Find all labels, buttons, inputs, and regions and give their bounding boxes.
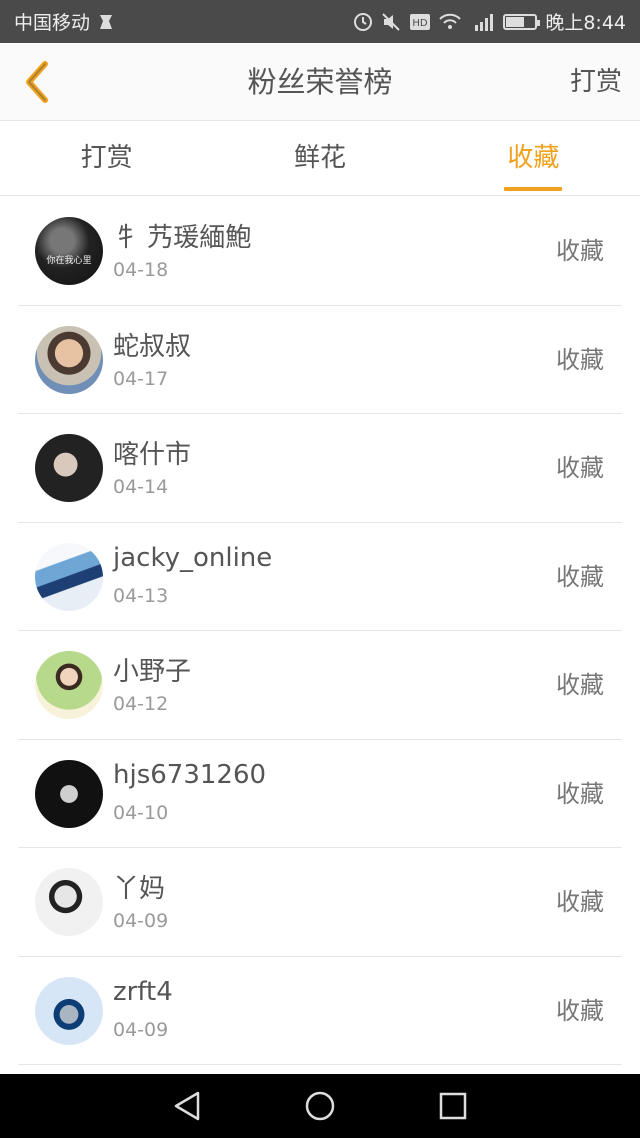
event-date: 04-18 xyxy=(113,259,169,281)
tab-bar: 打赏 鲜花 收藏 xyxy=(0,121,640,196)
back-triangle-icon xyxy=(174,1091,199,1121)
list-item[interactable]: 丫妈 04-09 收藏 xyxy=(18,848,622,957)
carrier-badge-icon xyxy=(98,13,114,31)
system-nav-bar xyxy=(0,1074,640,1138)
status-left: 中国移动 xyxy=(14,8,114,35)
favorite-label: 收藏 xyxy=(556,345,604,374)
back-button[interactable] xyxy=(16,59,56,105)
avatar[interactable] xyxy=(35,868,103,936)
4g-signal-icon xyxy=(469,13,495,31)
event-date: 04-12 xyxy=(113,693,169,715)
user-name: hjs6731260 xyxy=(113,759,267,790)
event-date: 04-13 xyxy=(113,584,169,607)
avatar[interactable]: 你在我心里 xyxy=(35,217,103,285)
favorite-label: 收藏 xyxy=(556,671,604,699)
avatar[interactable] xyxy=(35,759,103,828)
status-bar: 中国移动 HD 晚上8:44 xyxy=(0,0,640,43)
nav-back-button[interactable] xyxy=(159,1078,215,1134)
user-name: 蛇叔叔 xyxy=(113,331,192,362)
page-title: 粉丝荣誉榜 xyxy=(247,65,393,99)
tab-label: 收藏 xyxy=(507,143,560,173)
tab-flowers[interactable]: 鲜花 xyxy=(213,121,426,195)
list-item[interactable]: 蛇叔叔 04-17 收藏 xyxy=(18,306,622,414)
app-header: 粉丝荣誉榜 打赏 xyxy=(0,43,640,121)
favorite-label: 收藏 xyxy=(556,779,604,808)
carrier-label: 中国移动 xyxy=(14,12,91,34)
active-tab-indicator xyxy=(504,187,563,191)
list-item[interactable]: jacky_online 04-13 收藏 xyxy=(18,523,622,631)
tab-favorites[interactable]: 收藏 xyxy=(427,121,640,195)
tip-button[interactable]: 打赏 xyxy=(570,43,622,121)
user-name: 牜 艿瑗緬鮑 xyxy=(113,223,252,253)
avatar[interactable] xyxy=(35,434,103,502)
tab-label: 打赏 xyxy=(80,143,133,173)
home-circle-icon xyxy=(305,1091,335,1121)
avatar[interactable] xyxy=(35,651,103,719)
avatar[interactable] xyxy=(35,976,103,1045)
mute-icon xyxy=(381,12,401,32)
hd-icon: HD xyxy=(409,13,431,31)
user-name: zrft4 xyxy=(113,976,173,1007)
user-name: jacky_online xyxy=(113,542,273,573)
fan-list: 你在我心里 牜 艿瑗緬鮑 04-18 收藏 蛇叔叔 04-17 收藏 喀什市 0… xyxy=(18,197,622,1065)
battery-level xyxy=(506,16,524,27)
list-item[interactable]: 你在我心里 牜 艿瑗緬鮑 04-18 收藏 xyxy=(18,197,622,306)
status-time: 晚上8:44 xyxy=(545,12,626,34)
avatar[interactable] xyxy=(35,542,103,611)
list-item[interactable]: 喀什市 04-14 收藏 xyxy=(18,414,622,523)
recents-square-icon xyxy=(440,1092,467,1120)
alarm-icon xyxy=(353,12,373,32)
user-name: 小野子 xyxy=(113,657,192,687)
tab-tips[interactable]: 打赏 xyxy=(0,121,213,195)
nav-home-button[interactable] xyxy=(292,1078,348,1134)
favorite-label: 收藏 xyxy=(556,888,604,916)
event-date: 04-10 xyxy=(113,801,169,824)
avatar-caption: 你在我心里 xyxy=(46,256,92,266)
favorite-label: 收藏 xyxy=(556,237,604,265)
event-date: 04-09 xyxy=(113,910,169,932)
list-item[interactable]: hjs6731260 04-10 收藏 xyxy=(18,740,622,848)
user-name: 丫妈 xyxy=(113,874,166,904)
wifi-icon xyxy=(439,13,462,31)
status-right: HD 晚上8:44 xyxy=(353,8,626,35)
chevron-left-icon xyxy=(26,61,48,103)
list-item[interactable]: zrft4 04-09 收藏 xyxy=(18,957,622,1065)
nav-recents-button[interactable] xyxy=(425,1078,481,1134)
favorite-label: 收藏 xyxy=(556,454,604,482)
user-name: 喀什市 xyxy=(113,440,192,470)
favorite-label: 收藏 xyxy=(556,562,604,591)
list-item[interactable]: 小野子 04-12 收藏 xyxy=(18,631,622,740)
tab-label: 鲜花 xyxy=(293,143,346,173)
event-date: 04-17 xyxy=(113,367,169,390)
favorite-label: 收藏 xyxy=(556,996,604,1025)
battery-icon xyxy=(503,13,541,30)
avatar[interactable] xyxy=(35,325,103,394)
event-date: 04-09 xyxy=(113,1018,169,1041)
svg-text:HD: HD xyxy=(413,18,429,29)
event-date: 04-14 xyxy=(113,476,169,498)
